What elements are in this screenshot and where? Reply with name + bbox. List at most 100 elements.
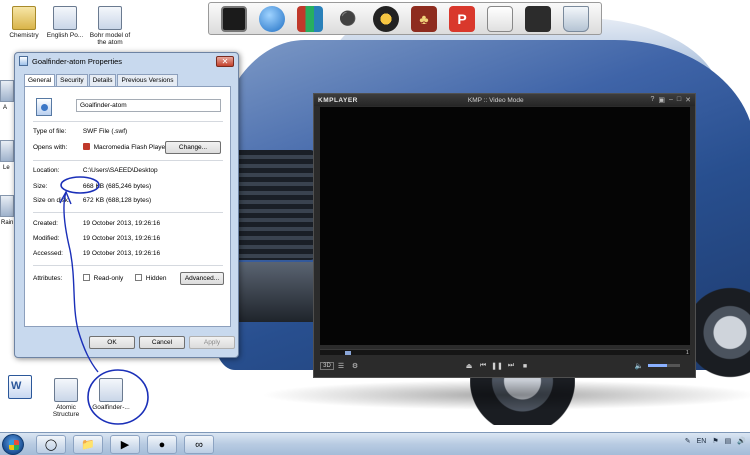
- advanced-button[interactable]: Advanced...: [180, 272, 224, 285]
- car-wheel-rear: [690, 285, 750, 380]
- notepad-icon[interactable]: [487, 5, 513, 32]
- flash-file-icon: [99, 378, 123, 402]
- top-dock: ⚫ ♣ P: [208, 2, 602, 35]
- word-document-icon: W: [8, 375, 32, 399]
- flash-file-icon: [36, 98, 52, 116]
- desktop-icon-label: Bohr model of the atom: [89, 32, 131, 46]
- folder-icon: [12, 6, 36, 30]
- type-label: Type of file:: [33, 128, 67, 135]
- explorer-icon[interactable]: 📁: [73, 435, 103, 454]
- file-icon: [19, 56, 28, 66]
- desktop-icon-label: Goalfinder-...: [92, 404, 130, 411]
- cancel-button[interactable]: Cancel: [139, 336, 185, 349]
- size-value: 668 KB (685,246 bytes): [82, 183, 152, 190]
- size-on-disk-row: Size on disk: 672 KB (688,128 bytes): [33, 197, 151, 204]
- hidden-checkbox[interactable]: [135, 274, 143, 281]
- opens-with-row: Opens with: Macromedia Flash Playe: [33, 143, 165, 151]
- ie-icon[interactable]: ◯: [36, 435, 66, 454]
- size-label: Size:: [33, 183, 48, 190]
- desktop-icon-partial[interactable]: Le: [0, 140, 14, 171]
- globe-icon[interactable]: ●: [147, 435, 177, 454]
- tab-details[interactable]: Details: [88, 74, 117, 86]
- film-reel-icon[interactable]: [373, 5, 399, 32]
- powerpoint-icon[interactable]: P: [449, 5, 475, 32]
- tab-security[interactable]: Security: [56, 74, 88, 86]
- monitor-icon[interactable]: [221, 5, 247, 32]
- accessed-row: Accessed: 19 October 2013, 19:26:16: [33, 250, 160, 257]
- globe-icon[interactable]: [259, 5, 285, 32]
- desktop-icon-bohr-model[interactable]: Bohr model of the atom: [86, 6, 134, 46]
- general-panel: Goalfinder-atom Type of file: SWF File (…: [24, 86, 231, 327]
- close-button[interactable]: ✕: [216, 55, 234, 67]
- network-icon[interactable]: ▤: [725, 437, 732, 445]
- size-on-disk-label: Size on disk:: [33, 197, 70, 204]
- volume-slider[interactable]: [648, 364, 680, 367]
- window-controls: ? ▣ – □ ✕: [650, 96, 691, 104]
- properties-dialog: Goalfinder-atom Properties ✕ General Sec…: [14, 52, 239, 358]
- pen-icon[interactable]: ✎: [685, 437, 691, 445]
- car-grille: [228, 150, 318, 260]
- dialog-titlebar[interactable]: Goalfinder-atom Properties ✕: [15, 53, 238, 69]
- location-row: Location: C:\Users\SAEED\Desktop: [33, 167, 158, 174]
- settings-icon[interactable]: ⚙: [348, 362, 362, 370]
- desktop-icon-goalfinder[interactable]: Goalfinder-...: [87, 378, 135, 411]
- size-on-disk-value: 672 KB (688,128 bytes): [82, 197, 152, 204]
- divider: [33, 212, 223, 213]
- menu-icon[interactable]: ☰: [334, 362, 348, 370]
- visual-studio-icon[interactable]: ∞: [184, 435, 214, 454]
- kmplayer-titlebar[interactable]: KMPLAYER KMP :: Video Mode ? ▣ – □ ✕: [314, 94, 695, 106]
- pin-icon[interactable]: ▣: [658, 96, 665, 104]
- desktop-icon-word[interactable]: W: [0, 375, 44, 401]
- maximize-icon[interactable]: □: [677, 96, 681, 104]
- eject-icon[interactable]: ⏏: [462, 362, 476, 370]
- books-icon[interactable]: [297, 5, 323, 32]
- opens-with-value: Macromedia Flash Playe: [93, 144, 166, 151]
- system-tray: ✎ EN ⚑ ▤ 🔊: [685, 437, 746, 446]
- desktop-icon-label: Atomic Structure: [52, 404, 80, 418]
- headphones-icon[interactable]: ⚫: [335, 6, 361, 32]
- help-icon[interactable]: ?: [650, 96, 654, 104]
- document-icon: [98, 6, 122, 30]
- previous-icon[interactable]: ⏮: [476, 362, 490, 370]
- document-icon: [53, 6, 77, 30]
- seek-knob[interactable]: [345, 351, 352, 355]
- video-area[interactable]: [320, 107, 690, 345]
- desktop-icon-english[interactable]: English Po...: [41, 6, 89, 39]
- media-player-icon[interactable]: ▶: [110, 435, 140, 454]
- dialog-title: Goalfinder-atom Properties: [32, 56, 123, 66]
- 3d-badge[interactable]: 3D: [320, 362, 334, 370]
- volume-icon[interactable]: 🔊: [737, 437, 746, 445]
- attributes-label: Attributes:: [33, 275, 63, 282]
- file-name-field[interactable]: Goalfinder-atom: [76, 99, 221, 112]
- seek-bar[interactable]: [320, 349, 690, 355]
- ok-button[interactable]: OK: [89, 336, 135, 349]
- flash-player-icon: [82, 143, 90, 150]
- briefcase-icon[interactable]: [525, 5, 551, 32]
- stop-icon[interactable]: ■: [518, 363, 532, 370]
- recycle-bin-icon[interactable]: [563, 5, 589, 32]
- attributes-row: Attributes: Read-only Hidden: [33, 274, 167, 282]
- speaker-icon[interactable]: 🔈: [632, 362, 646, 370]
- readonly-checkbox[interactable]: [82, 274, 90, 281]
- start-button[interactable]: [2, 434, 24, 455]
- desktop-icon-atomic-structure[interactable]: Atomic Structure: [42, 378, 90, 418]
- playback-controls: 3D ☰ ⚙ ⏏ ⏮ ❚❚ ⏭ ■ 🔈: [320, 358, 690, 374]
- flag-icon[interactable]: ⚑: [712, 437, 718, 445]
- change-button[interactable]: Change...: [165, 141, 221, 154]
- tab-previous-versions[interactable]: Previous Versions: [117, 74, 178, 86]
- desktop-icon-partial[interactable]: Rain: [0, 195, 14, 226]
- created-value: 19 October 2013, 19:26:16: [82, 220, 161, 227]
- apply-button[interactable]: Apply: [189, 336, 235, 349]
- desktop-icon-partial[interactable]: A: [0, 80, 14, 111]
- minimize-icon[interactable]: –: [669, 96, 673, 104]
- flash-file-icon: [54, 378, 78, 402]
- cards-icon[interactable]: ♣: [411, 5, 437, 32]
- pause-icon[interactable]: ❚❚: [490, 362, 504, 370]
- car-shadow: [260, 380, 750, 410]
- desktop-icon-label: A: [3, 105, 8, 111]
- close-icon[interactable]: ✕: [685, 96, 691, 104]
- modified-value: 19 October 2013, 19:26:16: [82, 235, 161, 242]
- language-indicator[interactable]: EN: [697, 438, 707, 445]
- opens-with-label: Opens with:: [33, 144, 68, 151]
- next-icon[interactable]: ⏭: [504, 362, 518, 370]
